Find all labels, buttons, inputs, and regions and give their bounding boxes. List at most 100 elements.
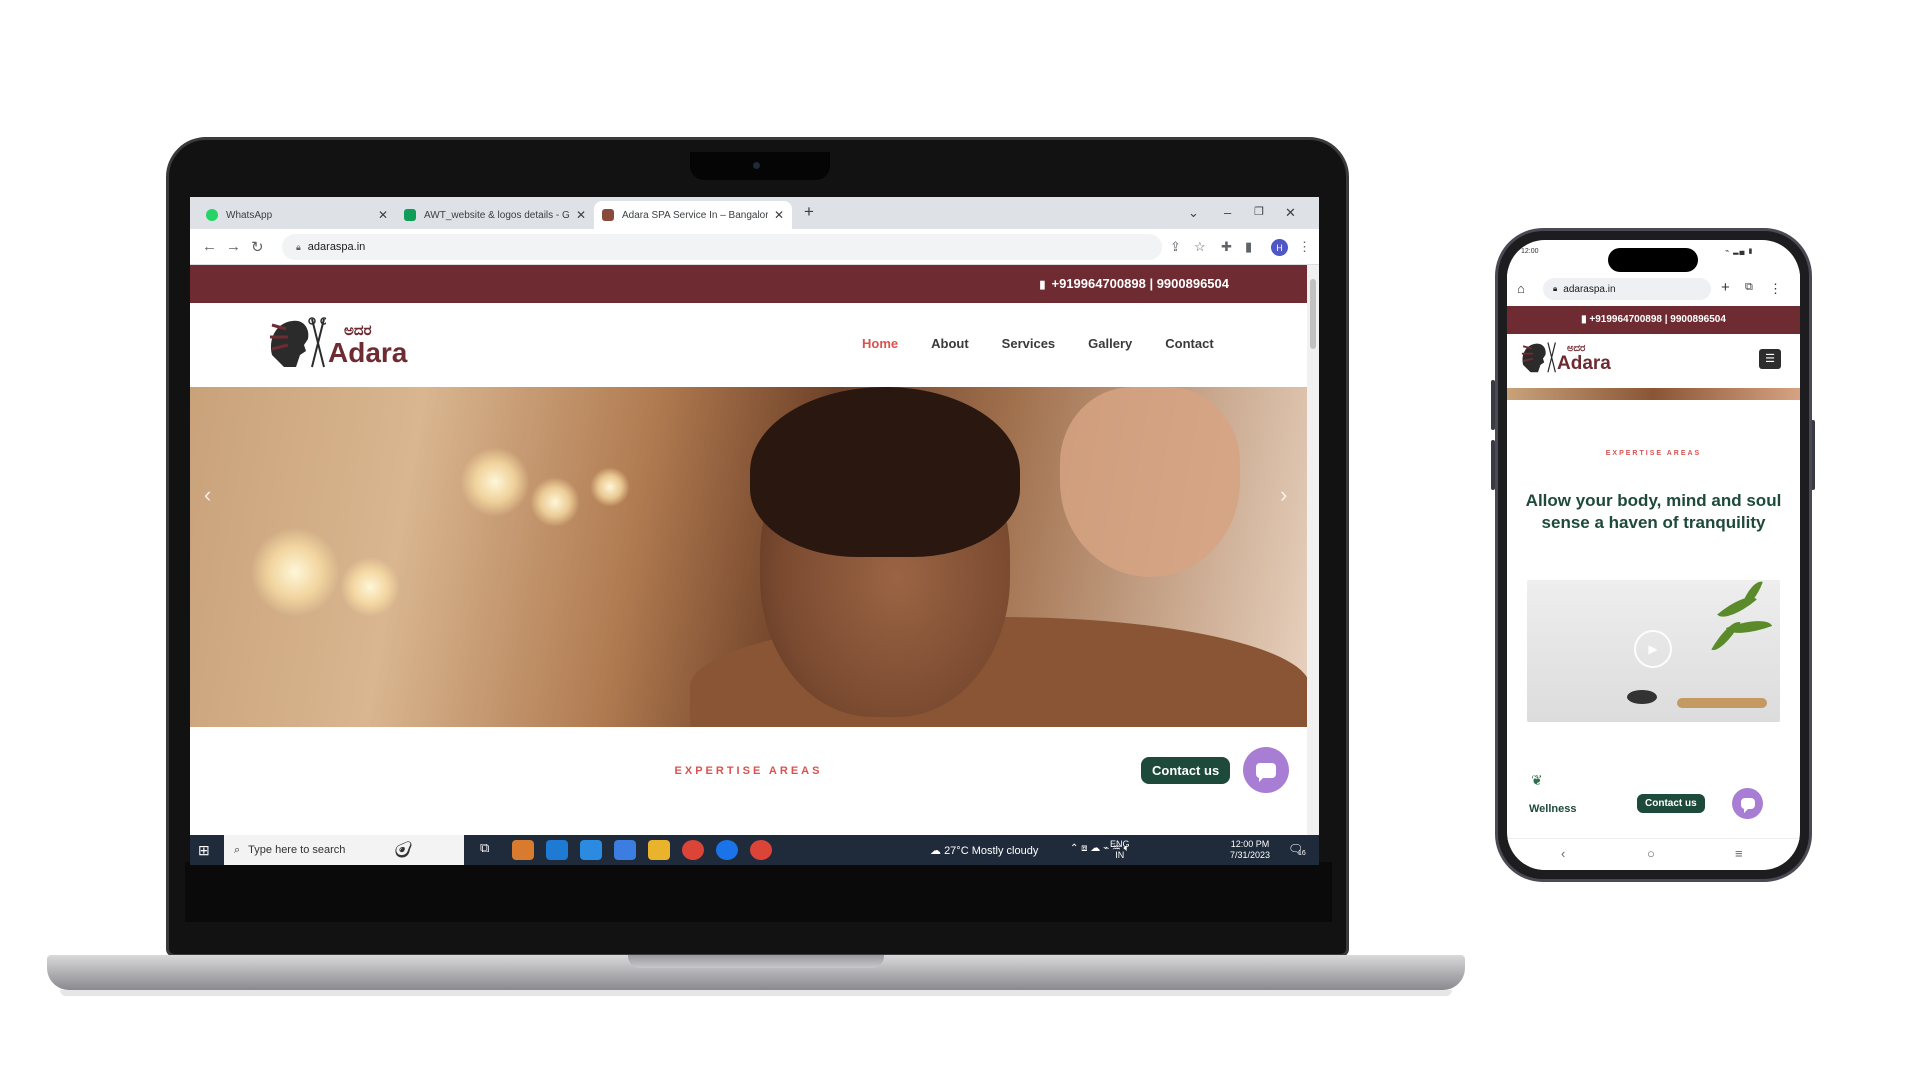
phone-screen: 12:00 ⌁ ▂▄ ▮ ⌂ 🔒︎ adaraspa.in + ⧉ ⋮ ▮ +9…: [1507, 240, 1800, 870]
date-text: 7/31/2023: [1230, 850, 1271, 860]
phone-back-icon[interactable]: ‹: [1561, 846, 1565, 861]
logo-face-icon: [1521, 342, 1556, 373]
chat-bubble-icon: [1256, 762, 1276, 782]
extensions-puzzle-icon[interactable]: ✚: [1221, 239, 1232, 255]
hamburger-menu-icon[interactable]: ☰: [1759, 349, 1781, 369]
close-tab-icon[interactable]: ✕: [576, 208, 586, 222]
expertise-section: EXPERTISE AREAS Contact us: [190, 727, 1307, 835]
laptop-opening-groove: [628, 955, 884, 968]
phone-icon: ▮: [1039, 279, 1046, 291]
phone-address-bar[interactable]: 🔒︎ adaraspa.in: [1543, 278, 1711, 300]
play-icon[interactable]: ▶: [1634, 630, 1672, 668]
new-tab-icon[interactable]: +: [1721, 279, 1730, 296]
whatsapp-icon: [206, 209, 218, 221]
taskbar-search[interactable]: ⌕ Type here to search 🥑︎: [224, 835, 464, 865]
hero-hands: [1060, 387, 1240, 577]
browser-toolbar: ← → ↻ 🔒︎ adaraspa.in ⇪ ☆ ✚ ▮ H ⋮: [190, 229, 1319, 265]
back-arrow-icon[interactable]: ←: [202, 238, 217, 255]
phone-recents-icon[interactable]: ≡: [1735, 846, 1743, 861]
browser-tab[interactable]: WhatsApp ✕: [198, 201, 396, 229]
phone-site-logo[interactable]: ಅದರ Adara: [1519, 340, 1611, 376]
phone-numbers[interactable]: ▮ +919964700898 | 9900896504: [1039, 276, 1229, 291]
vscode-icon[interactable]: [546, 840, 568, 860]
phone-hero-image: [1507, 388, 1800, 400]
taskbar-weather[interactable]: ☁︎ 27°C Mostly cloudy: [930, 844, 1038, 857]
home-icon[interactable]: ⌂: [1517, 281, 1525, 296]
phone-contact-topbar[interactable]: ▮ +919964700898 | 9900896504: [1507, 306, 1800, 334]
slider-next-icon[interactable]: ›: [1280, 482, 1287, 508]
nav-home[interactable]: Home: [862, 336, 898, 351]
file-explorer-icon[interactable]: [648, 840, 670, 860]
candle-glow: [530, 477, 580, 527]
logo-text: Adara: [328, 336, 408, 368]
tab-title: WhatsApp: [226, 209, 273, 221]
site-logo[interactable]: ಅದರ Adara: [266, 315, 407, 373]
phone-chat-button[interactable]: [1732, 788, 1763, 819]
mail-icon[interactable]: [580, 840, 602, 860]
nav-contact[interactable]: Contact: [1165, 336, 1213, 351]
phone-home-icon[interactable]: ○: [1647, 846, 1655, 861]
nav-services[interactable]: Services: [1002, 336, 1056, 351]
nav-gallery[interactable]: Gallery: [1088, 336, 1132, 351]
contact-us-button[interactable]: Contact us: [1141, 757, 1231, 784]
minimize-icon[interactable]: –: [1224, 205, 1231, 220]
windows-start-icon[interactable]: ⊞: [198, 842, 210, 859]
tab-switcher-icon[interactable]: ⧉: [1745, 281, 1753, 294]
lotus-icon: ❦: [1531, 772, 1543, 788]
scrollbar-thumb[interactable]: [1310, 279, 1316, 349]
phone-contact-us-button[interactable]: Contact us: [1637, 794, 1705, 813]
nav-about[interactable]: About: [931, 336, 969, 351]
slider-prev-icon[interactable]: ‹: [204, 482, 211, 508]
browser-tab-strip: WhatsApp ✕ AWT_website & logos details -…: [190, 197, 1319, 229]
logo-kannada-text: ಅದರ: [344, 321, 372, 339]
contact-topbar: ▮ +919964700898 | 9900896504: [190, 265, 1307, 303]
close-tab-icon[interactable]: ✕: [774, 208, 784, 222]
tab-search-chevron-icon[interactable]: ⌄: [1188, 205, 1199, 221]
side-panel-icon[interactable]: ▮: [1245, 239, 1252, 255]
region-text: IN: [1115, 850, 1125, 860]
laptop-bezel-chin: [185, 862, 1332, 922]
laptop-screen: WhatsApp ✕ AWT_website & logos details -…: [190, 197, 1319, 865]
spa-stones: [1627, 690, 1657, 704]
chat-bubble-icon: [1740, 798, 1755, 813]
phone-menu-dots-icon[interactable]: ⋮: [1769, 281, 1782, 297]
share-icon[interactable]: ⇪: [1170, 239, 1181, 255]
hero-slider-image: ‹ ›: [190, 387, 1307, 727]
phone-headline: Allow your body, mind and soul sense a h…: [1525, 491, 1782, 532]
spa-tray: [1677, 698, 1767, 708]
windows-taskbar: ⊞ ⌕ Type here to search 🥑︎ ⧉ ☁︎ 27°C Mos…: [190, 835, 1319, 865]
browser-tab-active[interactable]: Adara SPA Service In – Bangalore ✕: [594, 201, 792, 229]
avocado-icon: 🥑︎: [393, 842, 414, 859]
laptop-base-edge: [60, 990, 1452, 996]
candle-glow: [460, 447, 530, 517]
forward-arrow-icon[interactable]: →: [226, 238, 241, 255]
tab-title: Adara SPA Service In – Bangalore: [622, 209, 768, 221]
edge-icon[interactable]: [512, 840, 534, 860]
task-view-icon[interactable]: ⧉: [480, 840, 502, 860]
close-tab-icon[interactable]: ✕: [378, 208, 388, 222]
restore-icon[interactable]: ❐: [1254, 205, 1264, 218]
language-indicator[interactable]: ENG IN: [1110, 839, 1130, 861]
phone-browser-bar: ⌂ 🔒︎ adaraspa.in + ⧉ ⋮: [1507, 270, 1800, 306]
phone-wellness-video-thumbnail[interactable]: ▶: [1527, 580, 1780, 722]
new-tab-button[interactable]: +: [804, 202, 814, 222]
browser-tab[interactable]: AWT_website & logos details - G ✕: [396, 201, 594, 229]
chrome-active-icon[interactable]: [750, 840, 772, 860]
profile-avatar[interactable]: H: [1271, 239, 1288, 256]
lock-icon: 🔒︎: [1553, 284, 1558, 293]
browser-menu-icon[interactable]: ⋮: [1298, 239, 1311, 255]
page-scrollbar[interactable]: [1307, 265, 1319, 835]
website-viewport: ▮ +919964700898 | 9900896504 ಅದರ Adara Ho…: [190, 265, 1307, 835]
bookmark-star-icon[interactable]: ☆: [1194, 239, 1206, 255]
address-bar[interactable]: 🔒︎ adaraspa.in: [282, 234, 1162, 260]
window-close-icon[interactable]: ✕: [1285, 205, 1296, 221]
chat-button[interactable]: [1243, 747, 1289, 793]
search-icon: ⌕: [234, 843, 241, 856]
chrome-icon[interactable]: [682, 840, 704, 860]
store-icon[interactable]: [614, 840, 636, 860]
taskbar-clock[interactable]: 12:00 PM 7/31/2023: [1230, 839, 1270, 861]
language-text: ENG: [1110, 839, 1130, 849]
reload-icon[interactable]: ↻: [251, 238, 264, 256]
leaf-shape: [1741, 580, 1763, 611]
chrome-profile-icon[interactable]: [716, 840, 738, 860]
